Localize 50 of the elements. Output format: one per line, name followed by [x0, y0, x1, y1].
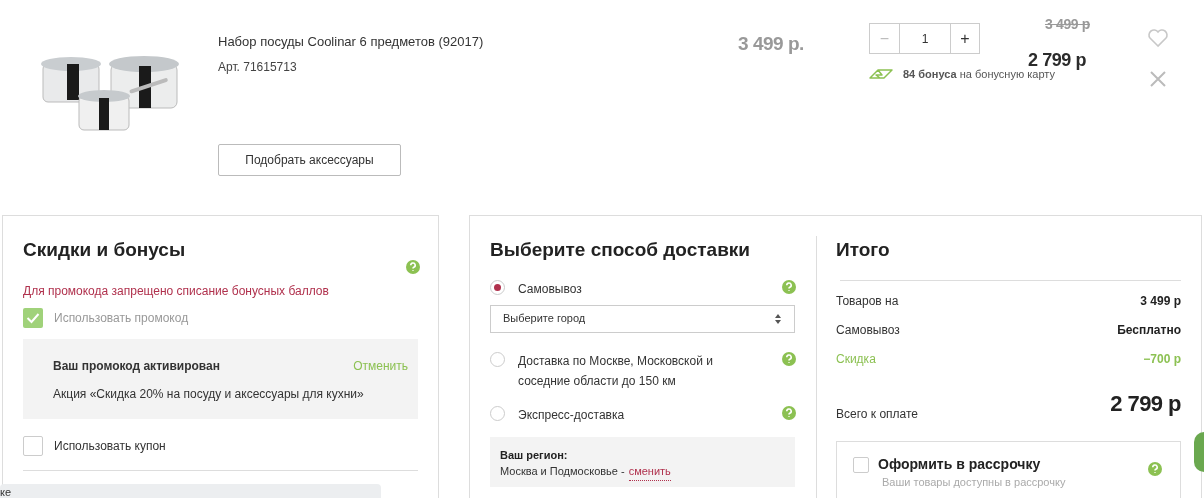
- radio-button[interactable]: [490, 351, 505, 367]
- section-title: Выберите способ доставки: [490, 238, 751, 262]
- up-down-arrows-icon: [774, 312, 782, 325]
- checkbox-label: Использовать купон: [54, 438, 166, 455]
- delivery-option: Доставка по Москве, Московской и соседние области до 150 км: [518, 350, 753, 391]
- installment-title: Оформить в рассрочку: [878, 455, 1041, 474]
- help-icon[interactable]: [782, 279, 796, 294]
- increase-button[interactable]: +: [950, 23, 980, 54]
- help-icon[interactable]: [782, 405, 796, 420]
- section-title: Итого: [836, 238, 891, 262]
- promo-description: Акция «Скидка 20% на посуду и аксессуары для кухни»: [53, 386, 365, 403]
- close-icon[interactable]: [1149, 70, 1167, 88]
- article-number: Арт. 71615713: [218, 58, 297, 76]
- heart-icon[interactable]: [1147, 28, 1169, 48]
- help-icon[interactable]: [406, 260, 420, 274]
- toast-text: ке: [0, 486, 13, 498]
- installment-checkbox[interactable]: [853, 456, 869, 473]
- coupon-checkbox[interactable]: [23, 436, 43, 456]
- delivery-option: Экспресс-доставка: [518, 404, 753, 425]
- summary-label: Самовывоз: [836, 321, 900, 339]
- chat-button[interactable]: [1194, 432, 1204, 472]
- promo-checkbox[interactable]: [23, 308, 43, 328]
- installment-note: Ваши товары доступны в рассрочку: [882, 475, 1067, 489]
- help-icon[interactable]: [782, 351, 796, 366]
- summary-label: Скидка: [836, 350, 876, 368]
- region-name: Москва и Подмосковье -: [500, 464, 625, 479]
- summary-value: 3 499 р: [1140, 292, 1181, 310]
- quantity-field[interactable]: 1: [900, 23, 950, 54]
- product-title[interactable]: Набор посуды Coolinar 6 предметов (92017): [218, 32, 484, 52]
- section-title: Скидки и бонусы: [23, 238, 186, 262]
- old-price: 3 499 р: [1044, 15, 1090, 34]
- summary-value: −700 р: [1143, 350, 1181, 368]
- checkbox-label: Использовать промокод: [54, 310, 189, 327]
- delivery-option: Самовывоз: [518, 278, 753, 299]
- summary-value: Бесплатно: [1117, 321, 1181, 339]
- warning-text: Для промокода запрещено списание бонусных баллов: [23, 283, 330, 300]
- accessories-button[interactable]: Подобрать аксессуары: [218, 143, 401, 176]
- change-region-link[interactable]: сменить: [628, 463, 671, 481]
- check-icon: [26, 312, 40, 324]
- city-select[interactable]: Выберите город: [490, 304, 795, 333]
- unit-price: 3 499 р.: [738, 33, 804, 54]
- region-label: Ваш регион:: [500, 447, 569, 463]
- total-price: 2 799 р: [1110, 389, 1181, 418]
- promo-status: Ваш промокод активирован: [53, 358, 220, 375]
- help-icon[interactable]: [1148, 461, 1162, 476]
- summary-label: Товаров на: [836, 292, 899, 310]
- radio-button[interactable]: [490, 279, 505, 295]
- total-label: Всего к оплате: [836, 405, 918, 423]
- radio-button[interactable]: [490, 405, 505, 421]
- lightning-icon: [869, 68, 893, 81]
